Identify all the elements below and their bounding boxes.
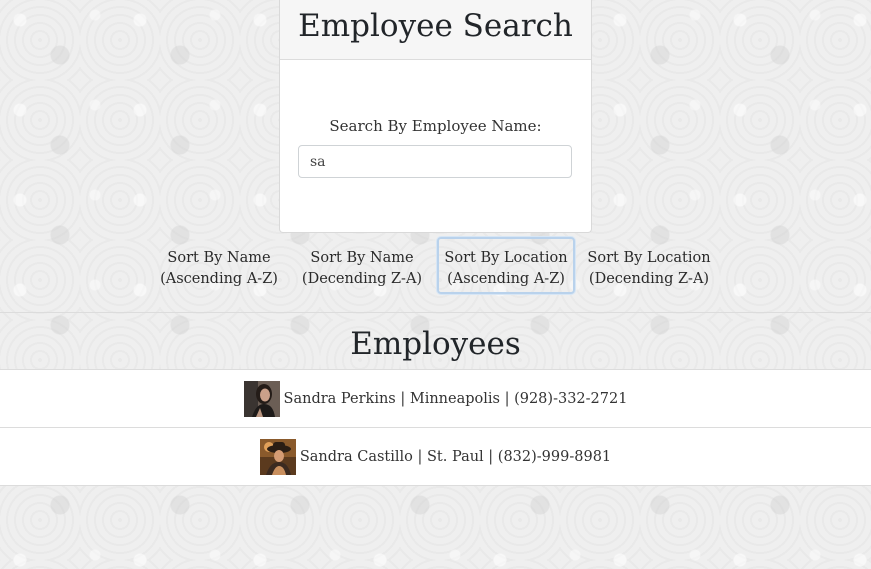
search-card: Employee Search Search By Employee Name:: [279, 0, 592, 233]
sort-button-label: Sort By Location: [444, 250, 568, 266]
sort-location-ascending-button[interactable]: Sort By Location (Ascending A-Z): [437, 237, 575, 294]
employees-heading: Employees: [350, 326, 521, 362]
search-label: Search By Employee Name:: [329, 117, 542, 135]
page-title: Employee Search: [298, 8, 573, 44]
sort-name-descending-button[interactable]: Sort By Name (Decending Z-A): [293, 237, 431, 294]
sort-button-label: Sort By Name: [167, 250, 271, 266]
sort-location-descending-button[interactable]: Sort By Location (Decending Z-A): [580, 237, 718, 294]
sort-button-label: Sort By Name: [310, 250, 414, 266]
sort-button-sublabel: (Decending Z-A): [301, 271, 423, 287]
employee-name-search-input[interactable]: [298, 145, 572, 178]
sort-button-sublabel: (Ascending A-Z): [447, 271, 565, 287]
employee-row: Sandra Perkins | Minneapolis | (928)-332…: [0, 369, 871, 428]
sort-name-ascending-button[interactable]: Sort By Name (Ascending A-Z): [150, 237, 288, 294]
employee-info: Sandra Castillo | St. Paul | (832)-999-8…: [299, 448, 612, 465]
employee-row: Sandra Castillo | St. Paul | (832)-999-8…: [0, 427, 871, 486]
search-card-header: Employee Search: [280, 0, 591, 60]
woman-hat-portrait-avatar: [259, 438, 296, 475]
sort-button-label: Sort By Location: [587, 250, 711, 266]
sort-button-sublabel: (Ascending A-Z): [160, 271, 278, 287]
woman-portrait-avatar: [243, 381, 280, 417]
section-divider: [0, 312, 871, 313]
employee-info: Sandra Perkins | Minneapolis | (928)-332…: [283, 391, 628, 407]
sort-button-sublabel: (Decending Z-A): [588, 271, 710, 287]
